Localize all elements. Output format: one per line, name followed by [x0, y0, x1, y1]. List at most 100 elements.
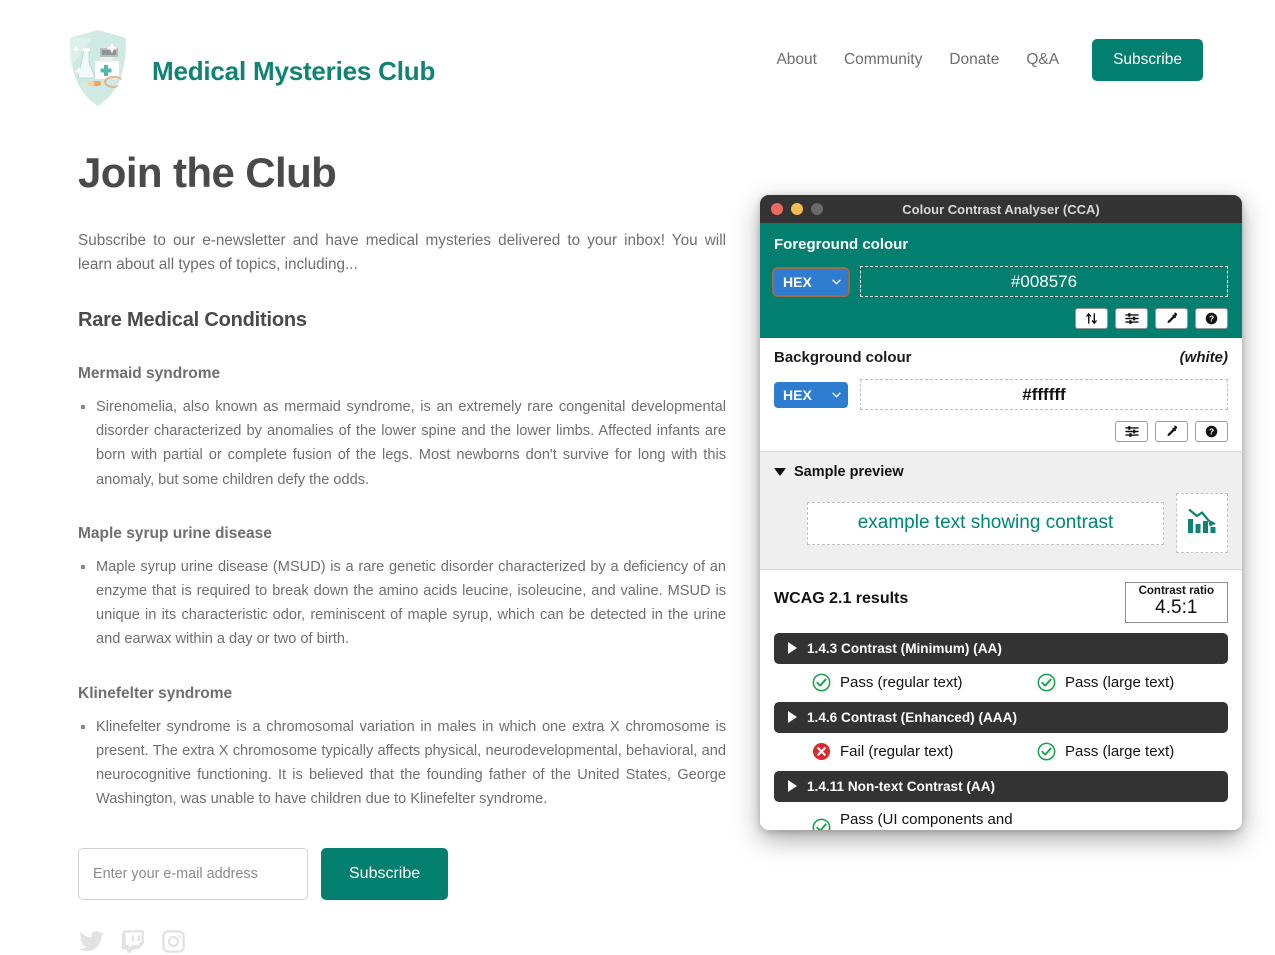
background-colour-input[interactable]: #ffffff: [860, 379, 1228, 410]
main-nav: About Community Donate Q&A Subscribe: [776, 39, 1203, 81]
verdict-regular-text: Pass (regular text): [812, 673, 1037, 692]
foreground-controls: HEX #008576: [772, 266, 1228, 297]
site-header: Medical Mysteries Club About Community D…: [0, 0, 1275, 125]
header-subscribe-button[interactable]: Subscribe: [1092, 39, 1203, 81]
verdict-label: Pass (large text): [1065, 742, 1175, 760]
criterion-label: 1.4.11 Non-text Contrast (AA): [807, 778, 996, 794]
foreground-panel: Foreground colour HEX #008576 ?: [760, 223, 1242, 338]
chevron-down-icon: [832, 279, 841, 285]
pass-check-icon: [812, 818, 831, 830]
eyedropper-icon[interactable]: [1155, 421, 1188, 442]
foreground-format-value: HEX: [783, 273, 812, 290]
list-item: Maple syrup urine disease (MSUD) is a ra…: [96, 555, 726, 652]
window-controls: [771, 203, 823, 215]
newsletter-form: Subscribe: [78, 847, 726, 900]
verdict-ui-components: Pass (UI components and graphical object…: [812, 811, 1037, 830]
condition-list-mermaid: Sirenomelia, also known as mermaid syndr…: [96, 395, 726, 492]
criterion-1-4-3[interactable]: 1.4.3 Contrast (Minimum) (AA): [774, 632, 1228, 664]
contrast-ratio-label: Contrast ratio: [1138, 585, 1214, 597]
verdicts-1-4-11: Pass (UI components and graphical object…: [774, 811, 1228, 830]
main-content: Join the Club Subscribe to our e-newslet…: [78, 149, 726, 955]
help-icon[interactable]: ?: [1195, 308, 1228, 329]
nav-link-qa[interactable]: Q&A: [1026, 51, 1059, 69]
nav-link-about[interactable]: About: [776, 51, 817, 69]
background-label: Background colour: [774, 349, 912, 366]
criterion-1-4-6[interactable]: 1.4.6 Contrast (Enhanced) (AAA): [774, 701, 1228, 733]
eyedropper-icon[interactable]: [1155, 308, 1188, 329]
section-title: Rare Medical Conditions: [78, 308, 307, 331]
criterion-label: 1.4.6 Contrast (Enhanced) (AAA): [807, 709, 1017, 725]
verdicts-1-4-3: Pass (regular text) Pass (large text): [774, 673, 1228, 692]
svg-text:?: ?: [1209, 314, 1214, 324]
sample-preview-label: Sample preview: [794, 464, 904, 480]
sliders-icon[interactable]: [1115, 308, 1148, 329]
swap-colours-icon[interactable]: [1075, 308, 1108, 329]
verdict-label: Pass (UI components and graphical object…: [840, 810, 1013, 830]
contrast-ratio-value: 4.5:1: [1155, 597, 1198, 618]
criterion-label: 1.4.3 Contrast (Minimum) (AA): [807, 640, 1002, 656]
foreground-format-select[interactable]: HEX: [772, 266, 850, 297]
cca-titlebar[interactable]: Colour Contrast Analyser (CCA): [760, 195, 1242, 223]
verdict-large-text: Pass (large text): [1037, 742, 1174, 761]
wcag-results-title: WCAG 2.1 results: [774, 590, 909, 607]
list-item: Sirenomelia, also known as mermaid syndr…: [96, 395, 726, 492]
background-colour-name: (white): [1179, 349, 1228, 366]
list-item: Klinefelter syndrome is a chromosomal va…: [96, 715, 726, 812]
condition-title-klinefelter: Klinefelter syndrome: [78, 684, 233, 702]
sample-preview-disclosure[interactable]: Sample preview: [774, 464, 1228, 480]
pass-check-icon: [1037, 673, 1056, 692]
instagram-icon[interactable]: [160, 928, 187, 955]
twitch-icon[interactable]: [119, 928, 146, 955]
brand-title: Medical Mysteries Club: [152, 55, 436, 86]
condition-list-klinefelter: Klinefelter syndrome is a chromosomal va…: [96, 715, 726, 812]
background-panel: Background colour (white) HEX #ffffff ?: [760, 338, 1242, 452]
minimize-window-button[interactable]: [791, 203, 803, 215]
subscribe-button[interactable]: Subscribe: [321, 847, 449, 900]
criterion-1-4-11[interactable]: 1.4.11 Non-text Contrast (AA): [774, 770, 1228, 802]
pass-check-icon: [812, 673, 831, 692]
wcag-results-panel: WCAG 2.1 results Contrast ratio 4.5:1 1.…: [760, 570, 1242, 830]
foreground-colour-input[interactable]: #008576: [860, 266, 1228, 297]
sample-preview-panel: Sample preview example text showing cont…: [760, 452, 1242, 570]
twitter-icon[interactable]: [78, 928, 105, 955]
sliders-icon[interactable]: [1115, 421, 1148, 442]
fail-cross-icon: [812, 742, 831, 760]
verdict-regular-text: Fail (regular text): [812, 742, 1037, 761]
verdict-label: Fail (regular text): [840, 742, 954, 760]
contrast-ratio-box: Contrast ratio 4.5:1: [1124, 582, 1228, 623]
condition-title-mermaid: Mermaid syndrome: [78, 364, 221, 382]
pass-check-icon: [1037, 742, 1056, 761]
condition-title-msud: Maple syrup urine disease: [78, 524, 272, 542]
chevron-down-icon: [832, 392, 841, 398]
intro-paragraph: Subscribe to our e-newsletter and have m…: [78, 232, 726, 274]
bar-chart-down-arrow-icon: [1185, 505, 1219, 542]
triangle-down-icon: [774, 468, 786, 476]
foreground-label: Foreground colour: [774, 236, 909, 253]
foreground-tool-buttons: ?: [774, 308, 1228, 329]
condition-list-msud: Maple syrup urine disease (MSUD) is a ra…: [96, 555, 726, 652]
cca-window-title: Colour Contrast Analyser (CCA): [902, 201, 1100, 217]
shield-lab-badge-icon: [62, 24, 134, 114]
verdict-label: Pass (large text): [1065, 673, 1175, 691]
brand[interactable]: Medical Mysteries Club: [62, 24, 435, 114]
close-window-button[interactable]: [771, 203, 783, 215]
triangle-right-icon: [788, 711, 797, 724]
background-format-select[interactable]: HEX: [774, 381, 848, 408]
help-icon[interactable]: ?: [1195, 421, 1228, 442]
nav-link-community[interactable]: Community: [844, 51, 922, 69]
zoom-window-button: [811, 203, 823, 215]
email-field[interactable]: [78, 847, 308, 900]
svg-text:?: ?: [1209, 427, 1214, 437]
background-controls: HEX #ffffff: [774, 379, 1228, 410]
verdicts-1-4-6: Fail (regular text) Pass (large text): [774, 742, 1228, 761]
verdict-label: Pass (regular text): [840, 673, 963, 691]
nav-link-donate[interactable]: Donate: [949, 51, 999, 69]
background-tool-buttons: ?: [774, 421, 1228, 442]
verdict-large-text: Pass (large text): [1037, 673, 1174, 692]
colour-contrast-analyser-window: Colour Contrast Analyser (CCA) Foregroun…: [760, 195, 1242, 830]
page-title: Join the Club: [78, 149, 337, 196]
sample-graphic-preview: [1176, 493, 1228, 553]
social-links: [78, 928, 726, 955]
triangle-right-icon: [788, 780, 797, 793]
background-format-value: HEX: [783, 386, 812, 403]
